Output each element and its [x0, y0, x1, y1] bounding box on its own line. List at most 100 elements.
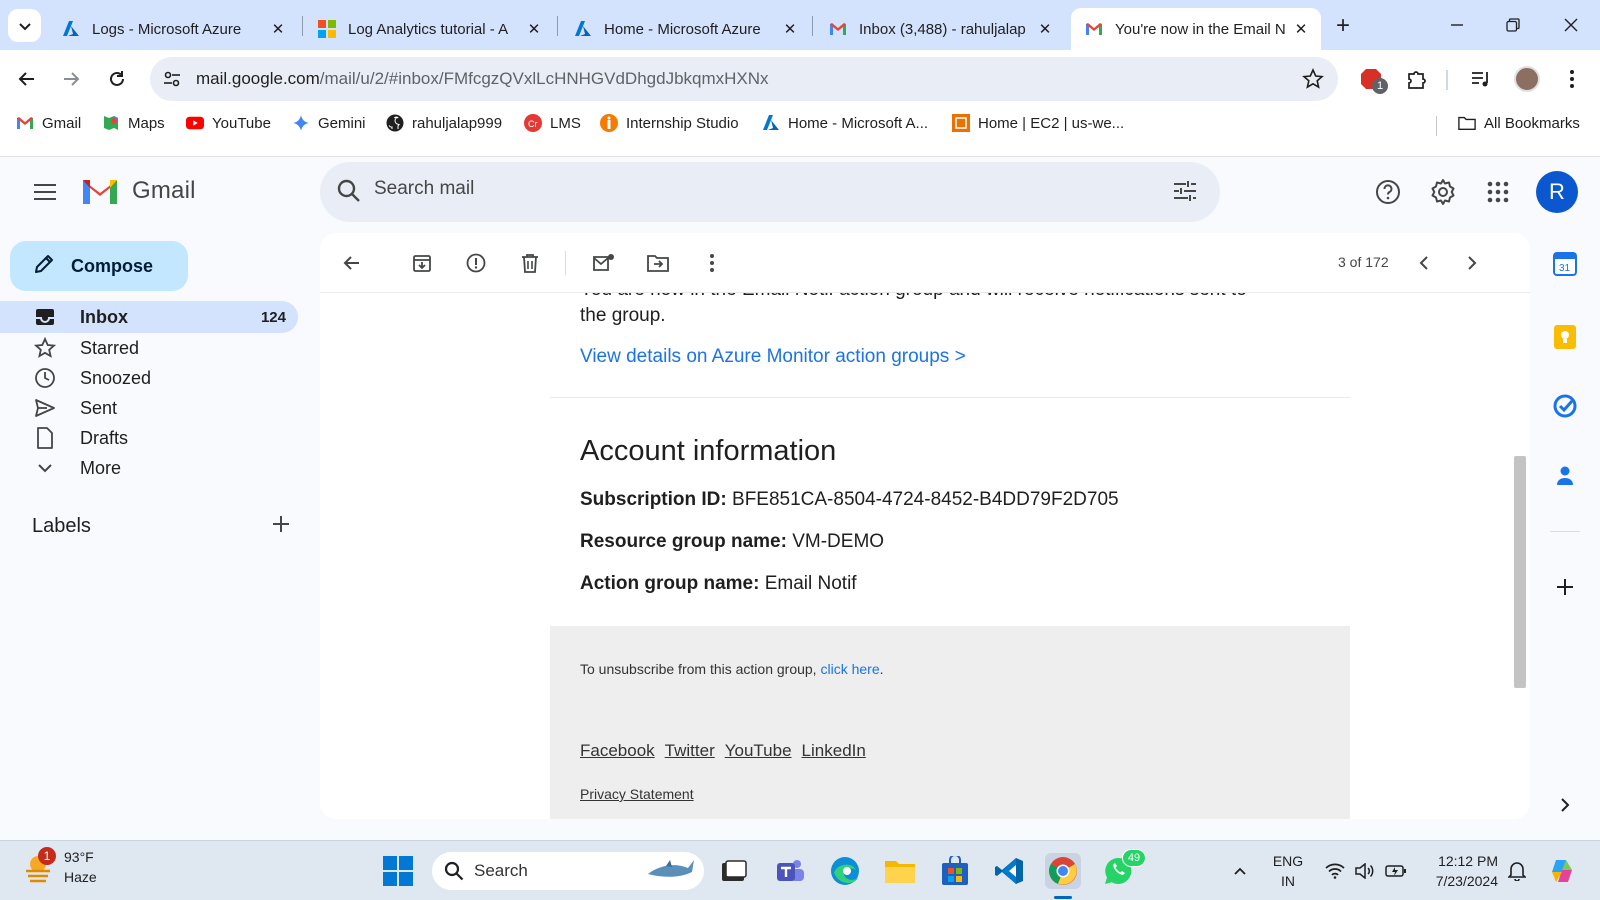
report-spam-button[interactable]: [458, 245, 494, 281]
main-menu-button[interactable]: [25, 172, 65, 212]
bookmark-star-icon[interactable]: [1302, 68, 1324, 95]
nav-item-more[interactable]: More: [0, 453, 300, 483]
message-scrollbar-thumb[interactable]: [1514, 456, 1526, 688]
search-icon[interactable]: [336, 178, 362, 209]
archive-button[interactable]: [404, 245, 440, 281]
close-icon[interactable]: ✕: [524, 19, 544, 39]
move-to-button[interactable]: [640, 245, 676, 281]
back-to-inbox-button[interactable]: [334, 245, 370, 281]
language-indicator[interactable]: ENG IN: [1270, 851, 1306, 891]
close-window-button[interactable]: [1546, 8, 1596, 42]
bookmark-home-azure[interactable]: Home - Microsoft A...: [762, 114, 928, 132]
settings-button[interactable]: [1423, 172, 1463, 212]
edge-app[interactable]: [827, 853, 863, 889]
unsubscribe-link[interactable]: click here: [820, 661, 879, 677]
site-settings-icon[interactable]: [162, 69, 182, 94]
tab-log-analytics[interactable]: Log Analytics tutorial - A ✕: [304, 8, 554, 50]
nav-item-inbox[interactable]: Inbox 124: [0, 301, 298, 333]
newer-message-button[interactable]: [1406, 245, 1442, 281]
notifications-button[interactable]: [1504, 841, 1530, 900]
tab-inbox[interactable]: Inbox (3,488) - rahuljalap ✕: [815, 8, 1065, 50]
system-clock[interactable]: 12:12 PM 7/23/2024: [1420, 851, 1498, 891]
google-apps-button[interactable]: [1478, 172, 1518, 212]
more-actions-button[interactable]: [694, 245, 730, 281]
taskbar-search-label: Search: [474, 861, 528, 880]
bookmark-home-ec2[interactable]: Home | EC2 | us-we...: [952, 114, 1124, 132]
calendar-app-button[interactable]: 31: [1548, 247, 1582, 281]
reload-button[interactable]: [98, 60, 136, 98]
media-control-button[interactable]: [1464, 62, 1498, 96]
file-explorer-app[interactable]: [882, 853, 918, 889]
new-tab-button[interactable]: +: [1330, 12, 1356, 39]
contacts-app-button[interactable]: [1548, 459, 1582, 493]
gear-icon: [1431, 179, 1455, 205]
close-icon[interactable]: ✕: [1291, 19, 1311, 39]
twitter-link[interactable]: Twitter: [665, 741, 715, 761]
show-hidden-icons-button[interactable]: [1228, 841, 1252, 900]
whatsapp-app[interactable]: 49: [1100, 849, 1146, 889]
tab-home-azure[interactable]: Home - Microsoft Azure ✕: [560, 8, 810, 50]
bookmark-internship-studio[interactable]: Internship Studio: [600, 114, 739, 132]
copilot-button[interactable]: [1546, 841, 1578, 900]
support-button[interactable]: [1368, 172, 1408, 212]
older-message-button[interactable]: [1454, 245, 1490, 281]
bookmark-maps[interactable]: Maps: [102, 114, 165, 132]
battery-status[interactable]: [1382, 841, 1410, 900]
mark-unread-button[interactable]: [586, 245, 622, 281]
bookmark-gemini[interactable]: Gemini: [292, 114, 366, 132]
close-icon[interactable]: ✕: [780, 19, 800, 39]
all-bookmarks-button[interactable]: All Bookmarks: [1458, 114, 1580, 132]
minimize-button[interactable]: [1432, 8, 1482, 42]
close-icon[interactable]: ✕: [1035, 19, 1055, 39]
youtube-link[interactable]: YouTube: [725, 741, 792, 761]
back-button[interactable]: [8, 60, 46, 98]
facebook-link[interactable]: Facebook: [580, 741, 655, 761]
profile-button[interactable]: [1510, 62, 1544, 96]
tab-email-notif-active[interactable]: You're now in the Email N ✕: [1071, 8, 1321, 50]
vscode-app[interactable]: [991, 853, 1027, 889]
delete-button[interactable]: [512, 245, 548, 281]
extension-adblock-button[interactable]: 1: [1354, 62, 1388, 96]
search-input[interactable]: [374, 178, 1074, 200]
create-label-plus-icon[interactable]: [272, 515, 290, 538]
url-text[interactable]: mail.google.com/mail/u/2/#inbox/FMfcgzQV…: [196, 69, 769, 89]
wifi-status[interactable]: [1322, 841, 1348, 900]
extensions-button[interactable]: [1400, 62, 1434, 96]
privacy-statement-link[interactable]: Privacy Statement: [580, 786, 694, 802]
taskbar-search[interactable]: Search: [432, 852, 704, 890]
compose-button[interactable]: Compose: [10, 241, 188, 291]
nav-item-sent[interactable]: Sent: [0, 393, 300, 423]
tab-search-button[interactable]: [8, 9, 41, 42]
account-avatar[interactable]: R: [1536, 171, 1578, 213]
teams-app[interactable]: [772, 853, 808, 889]
search-bar[interactable]: [320, 162, 1220, 222]
start-button[interactable]: [380, 853, 416, 889]
close-icon[interactable]: ✕: [268, 19, 288, 39]
restore-button[interactable]: [1488, 8, 1538, 42]
browser-menu-button[interactable]: [1555, 62, 1589, 96]
address-bar[interactable]: mail.google.com/mail/u/2/#inbox/FMfcgzQV…: [150, 57, 1338, 101]
search-options-icon[interactable]: [1172, 178, 1198, 209]
bookmark-gmail[interactable]: Gmail: [16, 114, 81, 132]
unread-count: 124: [260, 308, 286, 326]
nav-item-starred[interactable]: Starred: [0, 333, 300, 363]
nav-item-snoozed[interactable]: Snoozed: [0, 363, 300, 393]
tab-logs-azure[interactable]: Logs - Microsoft Azure ✕: [48, 8, 298, 50]
bookmark-github[interactable]: rahuljalap999: [386, 114, 502, 132]
get-addons-button[interactable]: [1548, 570, 1582, 604]
keep-app-button[interactable]: [1548, 320, 1582, 354]
chrome-app-active[interactable]: [1045, 853, 1081, 889]
nav-item-drafts[interactable]: Drafts: [0, 423, 300, 453]
bookmark-youtube[interactable]: YouTube: [186, 114, 271, 132]
linkedin-link[interactable]: LinkedIn: [802, 741, 866, 761]
show-side-panel-button[interactable]: [1548, 788, 1582, 822]
bookmark-lms[interactable]: Cr LMS: [524, 114, 581, 132]
microsoft-store-app[interactable]: [937, 853, 973, 889]
tasks-app-button[interactable]: [1548, 389, 1582, 423]
taskview-app[interactable]: [716, 853, 752, 889]
view-action-groups-link[interactable]: View details on Azure Monitor action gro…: [580, 346, 966, 368]
forward-button[interactable]: [52, 60, 90, 98]
gmail-logo[interactable]: Gmail: [80, 176, 196, 206]
weather-widget[interactable]: 1 93°F Haze: [22, 847, 97, 887]
volume-status[interactable]: [1352, 841, 1378, 900]
